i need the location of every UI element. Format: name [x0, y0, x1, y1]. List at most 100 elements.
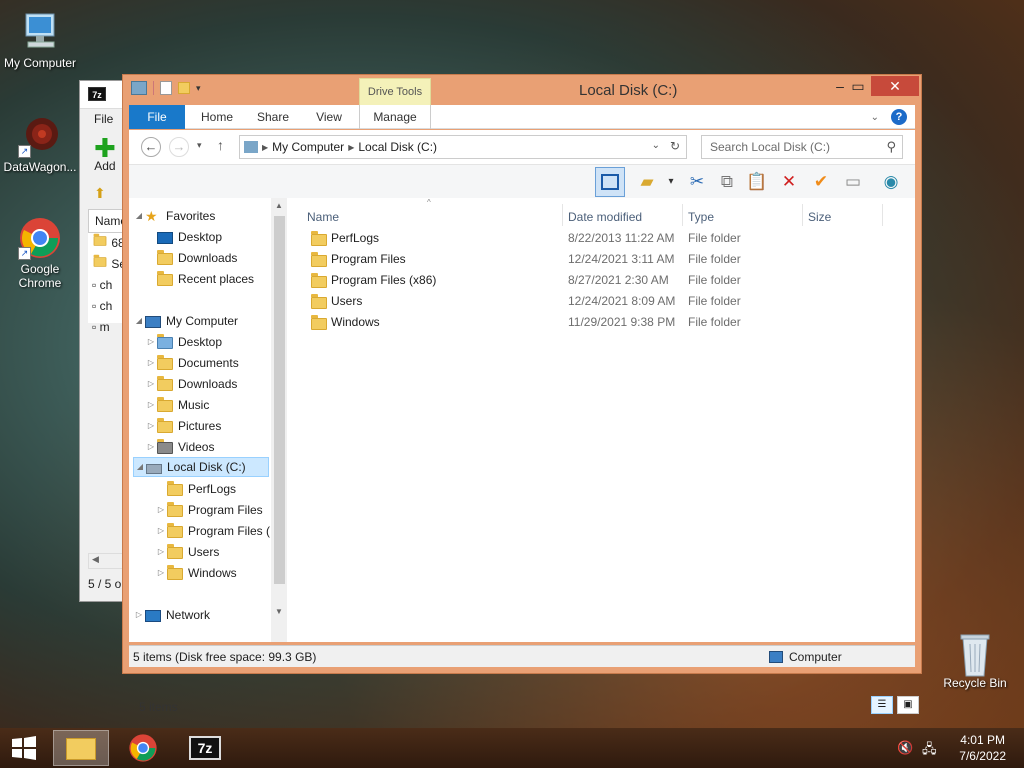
- taskbar-file-explorer[interactable]: [53, 730, 109, 766]
- desktop-icon-chrome[interactable]: ↗ Google Chrome: [0, 216, 80, 290]
- tab-manage[interactable]: Manage: [359, 105, 431, 129]
- collapse-arrow-icon[interactable]: ◢: [133, 206, 145, 226]
- tree-item-perflogs[interactable]: PerfLogs: [155, 479, 236, 499]
- tree-item-program-files[interactable]: ▷ Program Files: [155, 500, 263, 520]
- address-dropdown-icon[interactable]: ⌄: [652, 140, 660, 151]
- expand-arrow-icon[interactable]: ▷: [133, 605, 145, 625]
- tab-file[interactable]: File: [129, 105, 185, 129]
- shortcut-arrow-icon: ↗: [18, 247, 31, 260]
- column-header-size[interactable]: Size: [808, 210, 831, 224]
- sevenzip-file-menu[interactable]: File: [94, 112, 113, 126]
- file-row[interactable]: PerfLogs 8/22/2013 11:22 AM File folder: [307, 228, 787, 249]
- clock-time: 4:01 PM: [960, 733, 1005, 747]
- tree-item-pictures[interactable]: ▷ Pictures: [145, 416, 221, 436]
- up-button[interactable]: ↑: [217, 137, 224, 153]
- column-header-name[interactable]: Name: [307, 210, 339, 224]
- scrollbar-thumb[interactable]: [274, 216, 285, 584]
- expand-arrow-icon[interactable]: ▷: [145, 437, 157, 457]
- taskbar-7zip[interactable]: 7z: [177, 730, 233, 766]
- tree-item-music[interactable]: ▷ Music: [145, 395, 209, 415]
- drive-icon: [146, 460, 164, 474]
- delete-icon[interactable]: ✕: [777, 170, 801, 194]
- expand-arrow-icon[interactable]: ▷: [155, 563, 167, 583]
- tree-item-downloads[interactable]: Downloads: [145, 248, 237, 268]
- navigation-scrollbar[interactable]: ▲ ▼: [271, 198, 287, 642]
- file-row[interactable]: Windows 11/29/2021 9:38 PM File folder: [307, 312, 787, 333]
- tree-item-desktop[interactable]: ▷ Desktop: [145, 332, 222, 352]
- network-tray-icon[interactable]: 🖧: [922, 740, 937, 762]
- tree-favorites[interactable]: ◢ ★ Favorites: [133, 206, 215, 226]
- expand-arrow-icon[interactable]: ▷: [145, 416, 157, 436]
- expand-arrow-icon[interactable]: ▷: [155, 500, 167, 520]
- desktop-icon-recycle-bin[interactable]: Recycle Bin: [935, 630, 1015, 690]
- collapse-arrow-icon[interactable]: ◢: [134, 457, 146, 477]
- paste-icon[interactable]: 📋: [745, 170, 769, 194]
- properties-icon[interactable]: [160, 81, 172, 95]
- expand-ribbon-icon[interactable]: ⌄: [871, 112, 879, 123]
- help-icon[interactable]: ?: [891, 109, 907, 125]
- tree-item-local-disk[interactable]: ◢ Local Disk (C:): [133, 457, 269, 477]
- tree-my-computer[interactable]: ◢ My Computer: [133, 311, 238, 331]
- expand-arrow-icon[interactable]: ▷: [145, 332, 157, 352]
- clock[interactable]: 4:01 PM 7/6/2022: [959, 732, 1006, 764]
- tab-view[interactable]: View: [301, 105, 357, 129]
- tree-item-desktop[interactable]: Desktop: [145, 227, 222, 247]
- breadcrumb-local-disk[interactable]: Local Disk (C:): [354, 140, 441, 154]
- new-folder-icon[interactable]: [178, 82, 190, 94]
- rename-check-icon[interactable]: ✔: [809, 170, 833, 194]
- explorer-window[interactable]: ▾ Drive Tools Local Disk (C:) ‒ ▭ ✕ File…: [122, 74, 922, 714]
- drive-icon[interactable]: [131, 81, 147, 95]
- details-view-icon[interactable]: ☰: [871, 696, 893, 714]
- maximize-button[interactable]: ▭: [843, 76, 873, 96]
- desktop-icon-datawagon[interactable]: ↗ DataWagon...: [0, 114, 80, 174]
- items-count: 5 items: [139, 700, 178, 714]
- copy-icon[interactable]: ⧉: [715, 170, 739, 194]
- taskbar-chrome[interactable]: [115, 730, 171, 766]
- folder-up-icon[interactable]: ⬆: [94, 185, 112, 203]
- scroll-down-icon[interactable]: ▼: [271, 604, 287, 620]
- expand-arrow-icon[interactable]: ▷: [155, 542, 167, 562]
- file-row[interactable]: Program Files 12/24/2021 3:11 AM File fo…: [307, 249, 787, 270]
- back-button[interactable]: ←: [141, 137, 161, 157]
- tree-item-recent-places[interactable]: Recent places: [145, 269, 254, 289]
- desktop-icon-my-computer[interactable]: My Computer: [0, 10, 80, 70]
- search-input[interactable]: Search Local Disk (C:) ⚲: [701, 135, 903, 159]
- tab-home[interactable]: Home: [189, 105, 245, 129]
- tree-network[interactable]: ▷ Network: [133, 605, 210, 625]
- column-header-date-modified[interactable]: Date modified: [568, 210, 642, 224]
- refresh-icon[interactable]: ↻: [670, 139, 680, 153]
- expand-arrow-icon[interactable]: ▷: [145, 353, 157, 373]
- properties-icon[interactable]: ▭: [841, 170, 865, 194]
- close-button[interactable]: ✕: [871, 76, 919, 96]
- tree-item-downloads[interactable]: ▷ Downloads: [145, 374, 237, 394]
- tree-item-users[interactable]: ▷ Users: [155, 542, 219, 562]
- explorer-titlebar[interactable]: ▾ Drive Tools Local Disk (C:) ‒ ▭ ✕: [123, 75, 921, 106]
- new-folder-icon[interactable]: ▰: [635, 170, 659, 194]
- column-header-type[interactable]: Type: [688, 210, 714, 224]
- preview-pane-button[interactable]: [595, 167, 625, 197]
- qat-dropdown-icon[interactable]: ▾: [196, 83, 201, 94]
- volume-muted-icon[interactable]: 🔇: [897, 740, 913, 756]
- file-row[interactable]: Users 12/24/2021 8:09 AM File folder: [307, 291, 787, 312]
- new-item-dropdown-icon[interactable]: ▾: [659, 170, 683, 194]
- expand-arrow-icon[interactable]: ▷: [145, 395, 157, 415]
- recent-locations-dropdown[interactable]: ▾: [197, 140, 202, 151]
- start-button[interactable]: [0, 730, 48, 766]
- expand-arrow-icon[interactable]: ▷: [155, 521, 167, 541]
- breadcrumb-my-computer[interactable]: My Computer: [268, 140, 348, 154]
- file-row[interactable]: Program Files (x86) 8/27/2021 2:30 AM Fi…: [307, 270, 787, 291]
- tree-item-windows[interactable]: ▷ Windows: [155, 563, 237, 583]
- sevenzip-add-button[interactable]: ✚ Add: [94, 135, 116, 173]
- tab-share[interactable]: Share: [245, 105, 301, 129]
- forward-button[interactable]: →: [169, 137, 189, 157]
- scroll-up-icon[interactable]: ▲: [271, 198, 287, 214]
- shell-icon[interactable]: ◉: [879, 170, 903, 194]
- cut-icon[interactable]: ✂: [685, 170, 709, 194]
- collapse-arrow-icon[interactable]: ◢: [133, 311, 145, 331]
- tree-item-program-files-x86[interactable]: ▷ Program Files (: [155, 521, 270, 541]
- tree-item-videos[interactable]: ▷ Videos: [145, 437, 214, 457]
- large-icons-view-icon[interactable]: ▣: [897, 696, 919, 714]
- address-bar[interactable]: ▶ My Computer ▶ Local Disk (C:) ⌄ ↻: [239, 135, 687, 159]
- expand-arrow-icon[interactable]: ▷: [145, 374, 157, 394]
- tree-item-documents[interactable]: ▷ Documents: [145, 353, 239, 373]
